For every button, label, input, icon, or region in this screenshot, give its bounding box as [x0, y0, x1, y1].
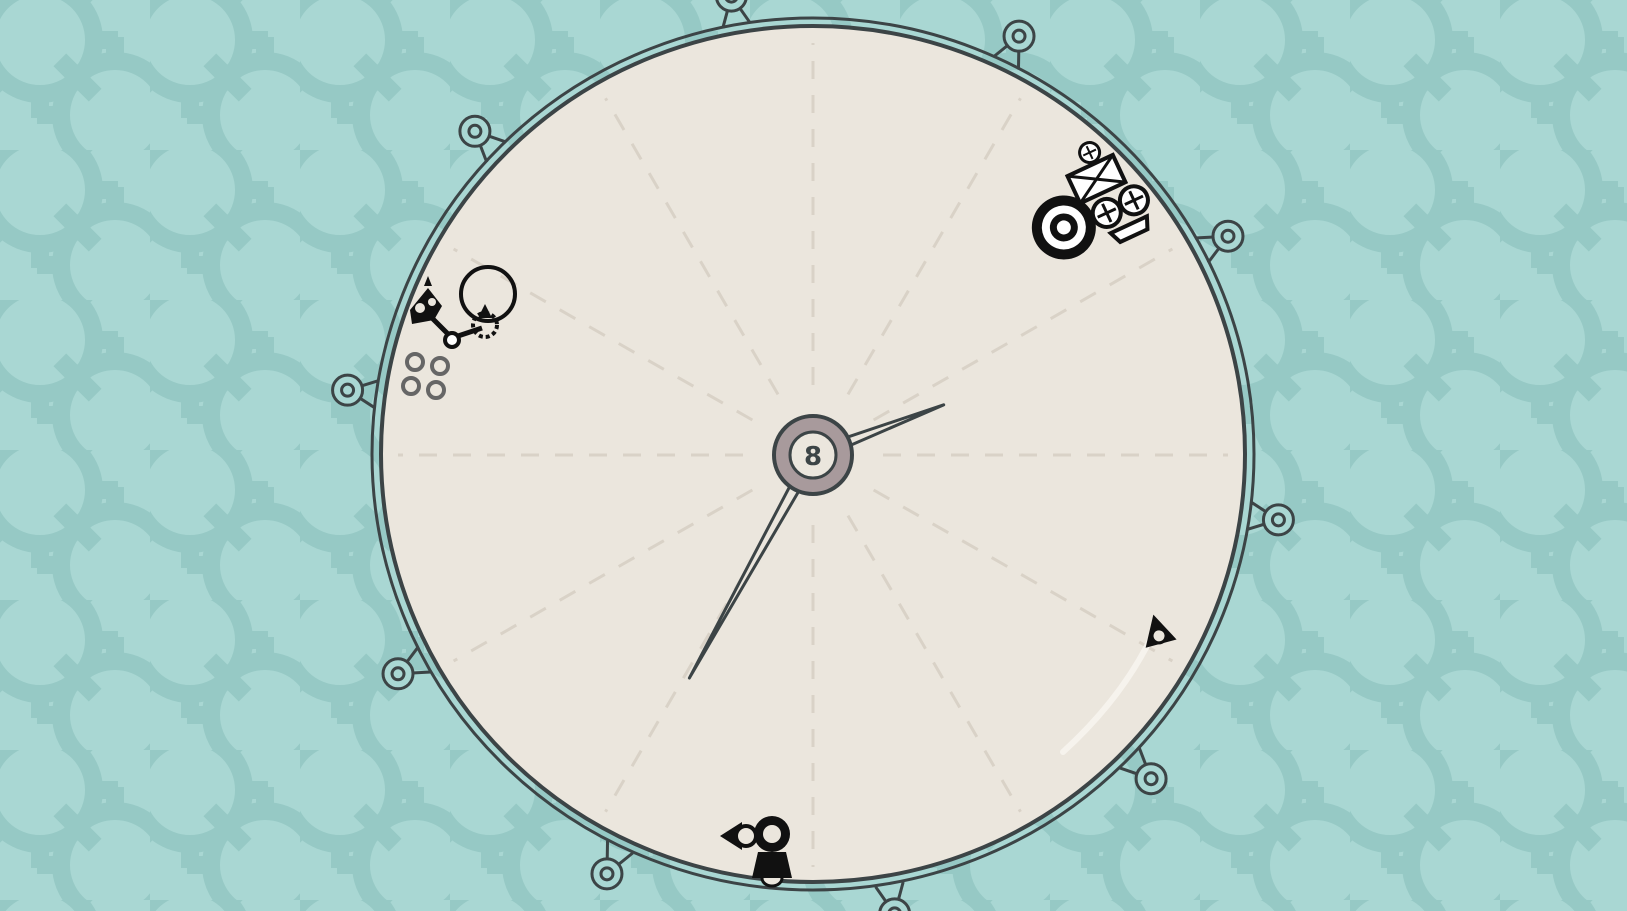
level-number: 8 [804, 442, 822, 472]
center-hub: 8 [772, 414, 854, 496]
game-view[interactable]: 8 [0, 0, 1627, 911]
